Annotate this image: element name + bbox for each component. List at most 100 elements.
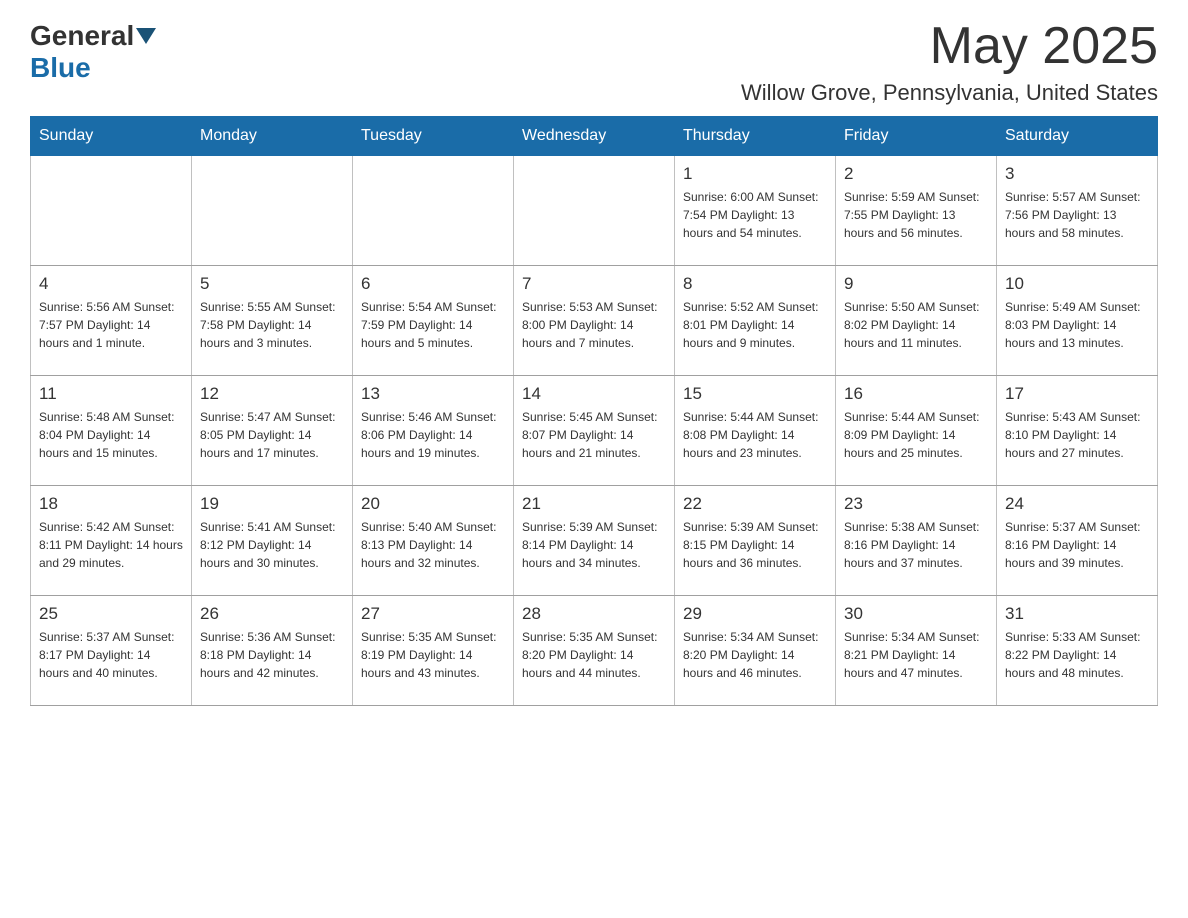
calendar-cell: [514, 156, 675, 266]
day-number: 3: [1005, 164, 1149, 184]
day-info: Sunrise: 5:45 AM Sunset: 8:07 PM Dayligh…: [522, 408, 666, 462]
day-header-saturday: Saturday: [997, 117, 1158, 156]
day-info: Sunrise: 6:00 AM Sunset: 7:54 PM Dayligh…: [683, 188, 827, 242]
day-number: 26: [200, 604, 344, 624]
calendar-week-2: 4 Sunrise: 5:56 AM Sunset: 7:57 PM Daylig…: [31, 266, 1158, 376]
logo-general-text: General: [30, 20, 134, 52]
day-header-thursday: Thursday: [675, 117, 836, 156]
day-number: 19: [200, 494, 344, 514]
calendar-week-3: 11 Sunrise: 5:48 AM Sunset: 8:04 PM Dayli…: [31, 376, 1158, 486]
calendar-cell: 11 Sunrise: 5:48 AM Sunset: 8:04 PM Dayli…: [31, 376, 192, 486]
day-info: Sunrise: 5:49 AM Sunset: 8:03 PM Dayligh…: [1005, 298, 1149, 352]
day-number: 22: [683, 494, 827, 514]
day-header-friday: Friday: [836, 117, 997, 156]
day-number: 31: [1005, 604, 1149, 624]
logo-triangle-icon: [136, 28, 156, 44]
day-header-monday: Monday: [192, 117, 353, 156]
day-info: Sunrise: 5:47 AM Sunset: 8:05 PM Dayligh…: [200, 408, 344, 462]
day-number: 11: [39, 384, 183, 404]
day-number: 21: [522, 494, 666, 514]
page-header: General Blue May 2025 Willow Grove, Penn…: [30, 20, 1158, 106]
calendar-cell: 26 Sunrise: 5:36 AM Sunset: 8:18 PM Dayli…: [192, 596, 353, 706]
day-number: 12: [200, 384, 344, 404]
day-info: Sunrise: 5:44 AM Sunset: 8:08 PM Dayligh…: [683, 408, 827, 462]
calendar-cell: 15 Sunrise: 5:44 AM Sunset: 8:08 PM Dayli…: [675, 376, 836, 486]
day-number: 1: [683, 164, 827, 184]
day-number: 17: [1005, 384, 1149, 404]
calendar-cell: 27Sunrise: 5:35 AM Sunset: 8:19 PM Dayli…: [353, 596, 514, 706]
calendar-cell: 7 Sunrise: 5:53 AM Sunset: 8:00 PM Daylig…: [514, 266, 675, 376]
day-info: Sunrise: 5:53 AM Sunset: 8:00 PM Dayligh…: [522, 298, 666, 352]
day-number: 25: [39, 604, 183, 624]
day-info: Sunrise: 5:59 AM Sunset: 7:55 PM Dayligh…: [844, 188, 988, 242]
day-info: Sunrise: 5:39 AM Sunset: 8:14 PM Dayligh…: [522, 518, 666, 572]
calendar-table: SundayMondayTuesdayWednesdayThursdayFrid…: [30, 116, 1158, 706]
day-header-tuesday: Tuesday: [353, 117, 514, 156]
day-number: 27: [361, 604, 505, 624]
day-number: 24: [1005, 494, 1149, 514]
calendar-cell: 14 Sunrise: 5:45 AM Sunset: 8:07 PM Dayli…: [514, 376, 675, 486]
day-info: Sunrise: 5:35 AM Sunset: 8:20 PM Dayligh…: [522, 628, 666, 682]
day-number: 5: [200, 274, 344, 294]
calendar-cell: 24 Sunrise: 5:37 AM Sunset: 8:16 PM Dayli…: [997, 486, 1158, 596]
month-title: May 2025: [741, 20, 1158, 72]
calendar-cell: 3Sunrise: 5:57 AM Sunset: 7:56 PM Daylig…: [997, 156, 1158, 266]
day-number: 16: [844, 384, 988, 404]
day-info: Sunrise: 5:33 AM Sunset: 8:22 PM Dayligh…: [1005, 628, 1149, 682]
day-number: 23: [844, 494, 988, 514]
day-info: Sunrise: 5:42 AM Sunset: 8:11 PM Dayligh…: [39, 518, 183, 572]
day-number: 28: [522, 604, 666, 624]
calendar-cell: 30Sunrise: 5:34 AM Sunset: 8:21 PM Dayli…: [836, 596, 997, 706]
calendar-cell: 8 Sunrise: 5:52 AM Sunset: 8:01 PM Daylig…: [675, 266, 836, 376]
day-number: 2: [844, 164, 988, 184]
day-info: Sunrise: 5:46 AM Sunset: 8:06 PM Dayligh…: [361, 408, 505, 462]
calendar-header-row: SundayMondayTuesdayWednesdayThursdayFrid…: [31, 117, 1158, 156]
day-number: 4: [39, 274, 183, 294]
calendar-cell: 9Sunrise: 5:50 AM Sunset: 8:02 PM Daylig…: [836, 266, 997, 376]
day-number: 29: [683, 604, 827, 624]
day-info: Sunrise: 5:48 AM Sunset: 8:04 PM Dayligh…: [39, 408, 183, 462]
logo: General Blue: [30, 20, 158, 84]
day-info: Sunrise: 5:44 AM Sunset: 8:09 PM Dayligh…: [844, 408, 988, 462]
day-info: Sunrise: 5:52 AM Sunset: 8:01 PM Dayligh…: [683, 298, 827, 352]
day-info: Sunrise: 5:56 AM Sunset: 7:57 PM Dayligh…: [39, 298, 183, 352]
calendar-cell: 23 Sunrise: 5:38 AM Sunset: 8:16 PM Dayli…: [836, 486, 997, 596]
day-number: 6: [361, 274, 505, 294]
day-info: Sunrise: 5:54 AM Sunset: 7:59 PM Dayligh…: [361, 298, 505, 352]
calendar-cell: 1 Sunrise: 6:00 AM Sunset: 7:54 PM Daylig…: [675, 156, 836, 266]
logo-blue-text: Blue: [30, 52, 91, 83]
day-number: 8: [683, 274, 827, 294]
day-number: 14: [522, 384, 666, 404]
calendar-week-5: 25Sunrise: 5:37 AM Sunset: 8:17 PM Dayli…: [31, 596, 1158, 706]
calendar-cell: 31 Sunrise: 5:33 AM Sunset: 8:22 PM Dayli…: [997, 596, 1158, 706]
calendar-cell: 18 Sunrise: 5:42 AM Sunset: 8:11 PM Dayli…: [31, 486, 192, 596]
day-info: Sunrise: 5:40 AM Sunset: 8:13 PM Dayligh…: [361, 518, 505, 572]
day-info: Sunrise: 5:43 AM Sunset: 8:10 PM Dayligh…: [1005, 408, 1149, 462]
calendar-cell: 6 Sunrise: 5:54 AM Sunset: 7:59 PM Daylig…: [353, 266, 514, 376]
day-info: Sunrise: 5:37 AM Sunset: 8:16 PM Dayligh…: [1005, 518, 1149, 572]
day-header-wednesday: Wednesday: [514, 117, 675, 156]
day-number: 18: [39, 494, 183, 514]
calendar-cell: 2 Sunrise: 5:59 AM Sunset: 7:55 PM Daylig…: [836, 156, 997, 266]
calendar-cell: 29Sunrise: 5:34 AM Sunset: 8:20 PM Dayli…: [675, 596, 836, 706]
calendar-cell: 10 Sunrise: 5:49 AM Sunset: 8:03 PM Dayli…: [997, 266, 1158, 376]
day-number: 7: [522, 274, 666, 294]
calendar-cell: 13 Sunrise: 5:46 AM Sunset: 8:06 PM Dayli…: [353, 376, 514, 486]
calendar-cell: [31, 156, 192, 266]
location-text: Willow Grove, Pennsylvania, United State…: [741, 80, 1158, 106]
day-number: 20: [361, 494, 505, 514]
day-info: Sunrise: 5:34 AM Sunset: 8:21 PM Dayligh…: [844, 628, 988, 682]
calendar-cell: 20 Sunrise: 5:40 AM Sunset: 8:13 PM Dayli…: [353, 486, 514, 596]
calendar-cell: 22 Sunrise: 5:39 AM Sunset: 8:15 PM Dayli…: [675, 486, 836, 596]
day-info: Sunrise: 5:38 AM Sunset: 8:16 PM Dayligh…: [844, 518, 988, 572]
calendar-cell: 4 Sunrise: 5:56 AM Sunset: 7:57 PM Daylig…: [31, 266, 192, 376]
calendar-cell: [353, 156, 514, 266]
day-number: 13: [361, 384, 505, 404]
day-number: 10: [1005, 274, 1149, 294]
day-info: Sunrise: 5:50 AM Sunset: 8:02 PM Dayligh…: [844, 298, 988, 352]
calendar-week-4: 18 Sunrise: 5:42 AM Sunset: 8:11 PM Dayli…: [31, 486, 1158, 596]
day-info: Sunrise: 5:36 AM Sunset: 8:18 PM Dayligh…: [200, 628, 344, 682]
day-info: Sunrise: 5:39 AM Sunset: 8:15 PM Dayligh…: [683, 518, 827, 572]
day-number: 15: [683, 384, 827, 404]
calendar-cell: [192, 156, 353, 266]
